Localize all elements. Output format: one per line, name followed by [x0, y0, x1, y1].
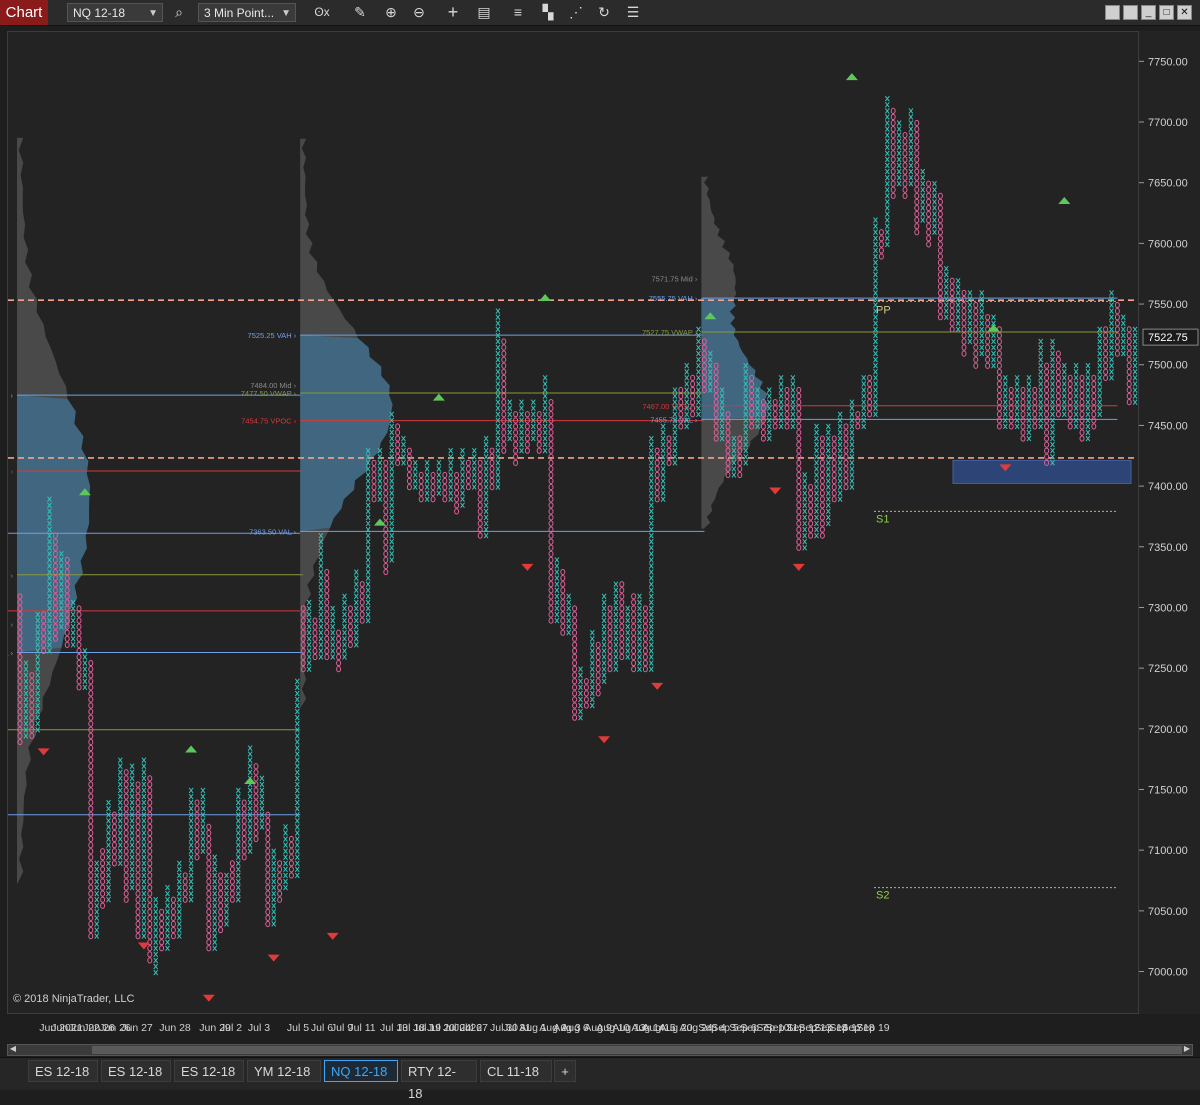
- reload-icon[interactable]: ↻: [594, 3, 614, 22]
- instrument-selector-value: NQ 12-18: [73, 6, 126, 20]
- copyright-text: © 2018 NinjaTrader, LLC: [13, 993, 135, 1005]
- x-tick-label: Jul 27: [460, 1022, 488, 1034]
- y-tick-label: 7450.00: [1148, 420, 1188, 432]
- strategies-icon[interactable]: ▚: [538, 3, 558, 22]
- indicators-icon[interactable]: ≡: [508, 3, 528, 22]
- window-close-button[interactable]: ✕: [1177, 5, 1192, 20]
- tab-es-1218-a[interactable]: ES 12-18: [28, 1060, 98, 1082]
- x-tick-label: Jul 5: [287, 1022, 309, 1034]
- properties-icon[interactable]: ☰: [623, 3, 643, 22]
- add-tab-button[interactable]: +: [554, 1060, 576, 1082]
- y-tick-label: 7400.00: [1148, 481, 1188, 493]
- tab-es-1218-c[interactable]: ES 12-18: [174, 1060, 244, 1082]
- current-price-label: 7522.75: [1148, 332, 1188, 344]
- zoom-in-icon[interactable]: ⊕: [381, 3, 401, 22]
- y-tick-label: 7150.00: [1148, 784, 1188, 796]
- tab-nq-1218[interactable]: NQ 12-18: [324, 1060, 398, 1082]
- price-axis[interactable]: 7000.00 7050.00 7100.00 7150.00 7200.00 7250.…: [1139, 31, 1200, 1014]
- x-tick-label: Jun 27: [121, 1022, 153, 1034]
- pivot-label-s2: S2: [876, 890, 889, 902]
- instrument-tab-bar: ES 12-18 ES 12-18 ES 12-18 YM 12-18 NQ 1…: [0, 1057, 1200, 1101]
- pivot-label-pp: PP: [876, 304, 891, 316]
- profile-vwap-label-2: 7527.75 VWAP ›: [642, 328, 698, 337]
- chart-toolbar: Chart NQ 12-18 ▼ ⌕ 3 Min Point... ▼ ʘx ✎…: [0, 0, 1200, 26]
- y-tick-label: 7650.00: [1148, 178, 1188, 190]
- y-tick-label: 7600.00: [1148, 238, 1188, 250]
- y-tick-label: 7200.00: [1148, 724, 1188, 736]
- support-zone: [952, 459, 1132, 484]
- chart-title-tab[interactable]: Chart: [0, 0, 48, 25]
- horizontal-scrollbar[interactable]: ◀ ▶: [7, 1044, 1193, 1056]
- time-axis[interactable]: Jun 20 Jun 21 Jun 22 Jun 26 Jun 26 Jun 27 Jun …: [7, 1016, 1139, 1042]
- time-axis-svg: Jun 20Jun 21Jun 22Jun 26Jun 26Jun 27 Jun …: [39, 1022, 890, 1034]
- x-tick-label: Jul 11: [348, 1022, 375, 1034]
- crosshair-icon[interactable]: +: [443, 3, 463, 22]
- instrument-selector[interactable]: NQ 12-18 ▼: [67, 3, 163, 22]
- profile-vah-label-1: 7525.25 VAH ›: [248, 331, 297, 340]
- profile-val-label-1: 7363.50 VAL ›: [249, 527, 297, 536]
- profile-vwap-label-1: 7477.50 VWAP ›: [241, 389, 297, 398]
- tab-es-1218-b[interactable]: ES 12-18: [101, 1060, 171, 1082]
- zoom-out-icon[interactable]: ⊖: [409, 3, 429, 22]
- bar-type-icon[interactable]: ʘx: [312, 3, 332, 22]
- profile-vah-label-2: 7555.75 VAH ›: [649, 294, 698, 303]
- window-pin-button[interactable]: [1105, 5, 1120, 20]
- y-tick-label: 7250.00: [1148, 663, 1188, 675]
- tab-cl-1118[interactable]: CL 11-18: [480, 1060, 552, 1082]
- y-tick-label: 7000.00: [1148, 967, 1188, 979]
- window-float-button[interactable]: [1123, 5, 1138, 20]
- y-tick-label: 7100.00: [1148, 845, 1188, 857]
- data-box-icon[interactable]: ▤: [474, 3, 494, 22]
- profile-vah-label-0: 7475.75 VAH ›: [8, 391, 14, 400]
- y-tick-label: 7750.00: [1148, 56, 1188, 68]
- profile-vpoc-label-2: 7467.00 VPOC ›: [642, 402, 698, 411]
- y-tick-label: 7050.00: [1148, 906, 1188, 918]
- profile-vpoc-label-0: 7413.25 VPOC ›: [8, 467, 14, 476]
- profile-vwap-label-0: 7327.75 VWAP ›: [8, 571, 13, 580]
- pencil-icon[interactable]: ✎: [350, 3, 370, 22]
- window-minimize-button[interactable]: _: [1141, 5, 1156, 20]
- y-tick-label: 7350.00: [1148, 542, 1188, 554]
- drawing-tools-icon[interactable]: ⋰: [566, 3, 586, 22]
- period-selector[interactable]: 3 Min Point... ▼: [198, 3, 296, 22]
- scroll-right-icon[interactable]: ▶: [1182, 1044, 1192, 1054]
- profile-mid-label-0: 7287.00 Mid ›: [8, 620, 13, 629]
- window-maximize-button[interactable]: □: [1159, 5, 1174, 20]
- y-tick-label: 7300.00: [1148, 602, 1188, 614]
- tab-ym-1218[interactable]: YM 12-18: [247, 1060, 321, 1082]
- y-tick-label: 7500.00: [1148, 360, 1188, 372]
- scrollbar-thumb[interactable]: [92, 1046, 1182, 1054]
- profile-val-label-0: 7263.75 VAL ›: [8, 648, 13, 657]
- profile-mid-label-1: 7484.00 Mid ›: [250, 381, 296, 390]
- chart-plot-area[interactable]: 7475.75 VAH › 7263.75 VAL › 7413.25 VPOC ›…: [7, 31, 1139, 1014]
- period-selector-value: 3 Min Point...: [204, 6, 275, 20]
- search-icon[interactable]: ⌕: [169, 3, 189, 22]
- y-tick-label: 7550.00: [1148, 299, 1188, 311]
- y-tick-label: 7700.00: [1148, 117, 1188, 129]
- profile-vpoc-label-1: 7454.75 VPOC ›: [241, 417, 297, 426]
- chevron-down-icon: ▼: [148, 8, 158, 19]
- chevron-down-icon: ▼: [281, 8, 291, 19]
- profile-mid-label-2: 7571.75 Mid ›: [652, 275, 698, 284]
- x-tick-label: Sep 19: [856, 1022, 889, 1034]
- price-axis-svg: 7000.00 7050.00 7100.00 7150.00 7200.00 7250.…: [1139, 56, 1199, 979]
- x-tick-label: Jul 2: [220, 1022, 242, 1034]
- x-tick-label: Jun 28: [159, 1022, 191, 1034]
- x-tick-label: Jul 3: [248, 1022, 270, 1034]
- tab-rty-1218[interactable]: RTY 12-18: [401, 1060, 477, 1101]
- pivot-label-s1: S1: [876, 513, 889, 525]
- scroll-left-icon[interactable]: ◀: [8, 1044, 18, 1054]
- point-and-figure-chart: 7475.75 VAH › 7263.75 VAL › 7413.25 VPOC ›…: [8, 32, 1138, 1013]
- x-tick-label: Jul 6: [311, 1022, 333, 1034]
